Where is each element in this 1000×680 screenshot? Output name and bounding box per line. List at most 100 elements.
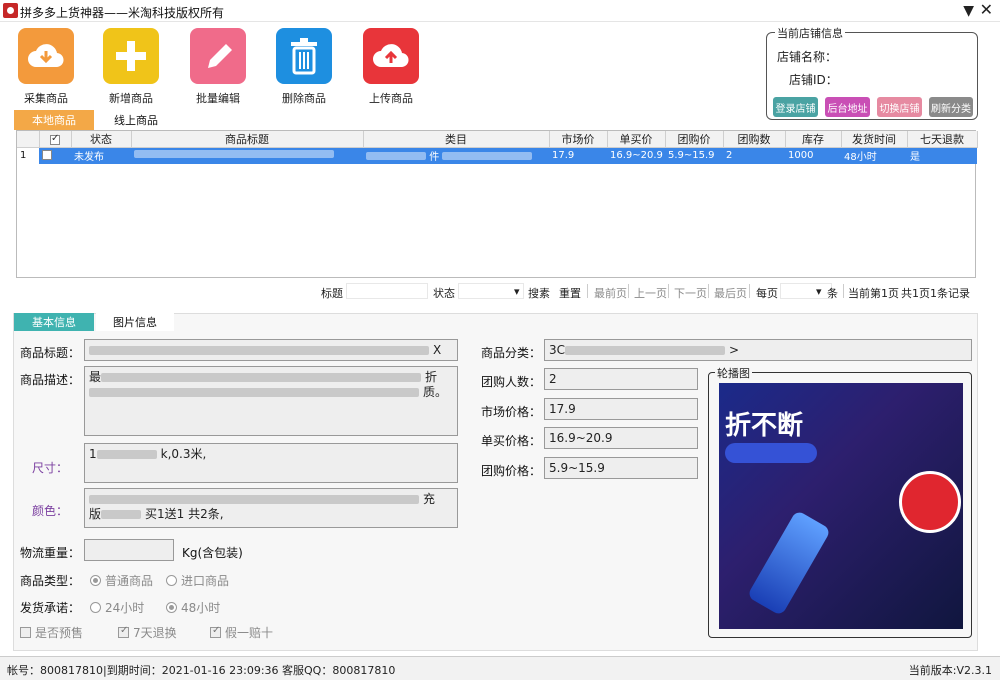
tab-image-info[interactable]: 图片信息 <box>96 313 174 331</box>
table-row[interactable]: 1 未发布 件 17.9 16.9~20.9 5.9~15.9 2 1000 4… <box>17 147 977 164</box>
search-title-input[interactable] <box>346 283 428 299</box>
batch-edit-button[interactable]: 批量编辑 <box>182 28 254 106</box>
search-title-label: 标题 <box>321 287 343 300</box>
carousel-legend: 轮播图 <box>715 365 752 381</box>
checkbox-icon <box>20 627 31 638</box>
header-category[interactable]: 类目 <box>363 131 550 148</box>
add-goods-label: 新增商品 <box>109 92 153 105</box>
toolbar-separator <box>628 284 629 298</box>
tab-online-goods[interactable]: 线上商品 <box>96 110 176 130</box>
category-suffix: > <box>729 343 740 357</box>
header-market-price[interactable]: 市场价 <box>549 131 608 148</box>
weight-unit: Kg(含包装) <box>182 546 243 560</box>
radio-normal-goods[interactable]: 普通商品 <box>90 572 153 589</box>
market-price-input[interactable]: 17.9 <box>544 398 698 420</box>
row-checkbox[interactable] <box>42 150 52 161</box>
blurred-text <box>89 346 429 355</box>
row-group-price: 5.9~15.9 <box>665 147 723 164</box>
product-type-label: 商品类型： <box>20 574 81 588</box>
presale-text: 是否预售 <box>35 626 84 640</box>
shop-id-label: 店铺ID： <box>789 73 838 87</box>
first-page-button[interactable]: 最前页 <box>594 285 627 301</box>
reset-button[interactable]: 重置 <box>559 285 581 301</box>
close-icon[interactable]: ✕ <box>980 2 993 18</box>
toolbar-separator <box>708 284 709 298</box>
market-price-label: 市场价格： <box>481 405 542 419</box>
product-color-textarea[interactable]: 充 版 买1送1 共2条, <box>84 488 458 528</box>
per-page-select[interactable] <box>780 283 832 299</box>
row-category-suffix: 件 <box>429 152 440 164</box>
product-table: 状态 商品标题 类目 市场价 单买价 团购价 团购数 库存 发货时间 七天退款 … <box>16 130 978 278</box>
single-price-input[interactable]: 16.9~20.9 <box>544 427 698 449</box>
radio-import-text: 进口商品 <box>181 574 230 588</box>
status-bar: 帐号：800817810|到期时间：2021-01-16 23:09:36 客服… <box>0 656 1000 680</box>
add-goods-button[interactable]: 新增商品 <box>95 28 167 106</box>
status-dropdown-icon[interactable]: ▾ <box>514 285 520 298</box>
blurred-text <box>96 450 157 459</box>
product-description-textarea[interactable]: 最 折 质。 <box>84 366 458 436</box>
upload-goods-button[interactable]: 上传商品 <box>355 28 427 106</box>
group-size-input[interactable]: 2 <box>544 368 698 390</box>
menu-dropdown-icon[interactable]: ▼ <box>963 4 974 18</box>
blurred-title <box>134 150 334 159</box>
row-status: 未发布 <box>71 147 131 164</box>
tab-local-goods[interactable]: 本地商品 <box>14 110 94 130</box>
row-ship-time: 48小时 <box>841 147 907 164</box>
window-title: 拼多多上货神器——米淘科技版权所有 <box>20 6 225 20</box>
row-refund: 是 <box>907 147 977 164</box>
category-label: 商品分类： <box>481 346 542 360</box>
select-all-checkbox[interactable] <box>50 133 60 145</box>
toolbar-separator <box>668 284 669 298</box>
header-status[interactable]: 状态 <box>71 131 132 148</box>
header-ship-time[interactable]: 发货时间 <box>841 131 908 148</box>
group-price-input[interactable]: 5.9~15.9 <box>544 457 698 479</box>
carousel-image[interactable]: 折不断 <box>719 383 963 629</box>
radio-ship-48h[interactable]: 48小时 <box>166 599 220 616</box>
fake-pay-ten-checkbox[interactable]: 假一赔十 <box>210 624 273 641</box>
radio-import-goods[interactable]: 进口商品 <box>166 572 229 589</box>
blurred-text <box>89 388 419 397</box>
next-page-button[interactable]: 下一页 <box>674 285 707 301</box>
search-button[interactable]: 搜素 <box>528 285 550 301</box>
header-select-all[interactable] <box>39 131 72 148</box>
header-title[interactable]: 商品标题 <box>131 131 364 148</box>
blurred-category-tail <box>442 152 533 161</box>
color-label: 颜色： <box>32 504 69 518</box>
per-page-dropdown-icon[interactable]: ▾ <box>816 285 822 298</box>
seven-day-return-checkbox[interactable]: 7天退换 <box>118 624 177 641</box>
tab-basic-info[interactable]: 基本信息 <box>14 313 94 331</box>
header-refund[interactable]: 七天退款 <box>907 131 978 148</box>
row-group-count: 2 <box>723 147 785 164</box>
checkbox-checked-icon <box>210 625 221 638</box>
header-group-count[interactable]: 团购数 <box>723 131 786 148</box>
category-input[interactable]: 3C > <box>544 339 972 361</box>
header-single-price[interactable]: 单买价 <box>607 131 666 148</box>
login-shop-button[interactable]: 登录店铺 <box>773 97 818 117</box>
delete-goods-button[interactable]: 删除商品 <box>268 28 340 106</box>
weight-input[interactable] <box>84 539 174 561</box>
product-title-input[interactable]: X <box>84 339 458 361</box>
search-status-label: 状态 <box>433 287 455 300</box>
presale-checkbox[interactable]: 是否预售 <box>20 624 83 641</box>
shop-name-label: 店铺名称： <box>777 50 838 64</box>
prev-page-button[interactable]: 上一页 <box>634 285 667 301</box>
description-label: 商品描述： <box>20 373 81 387</box>
header-stock[interactable]: 库存 <box>785 131 842 148</box>
fake-pay-text: 假一赔十 <box>225 626 274 640</box>
row-checkbox-cell[interactable] <box>39 147 71 164</box>
row-number: 1 <box>17 147 39 164</box>
switch-shop-button[interactable]: 切换店铺 <box>877 97 922 117</box>
refresh-category-button[interactable]: 刷新分类 <box>929 97 973 117</box>
carousel-banner-text: 折不断 <box>725 411 804 441</box>
app-logo-icon <box>3 3 18 18</box>
product-size-textarea[interactable]: 1 k,0.3米, <box>84 443 458 483</box>
items-label: 条 <box>827 287 838 300</box>
blurred-text <box>565 346 726 355</box>
collect-goods-button[interactable]: 采集商品 <box>10 28 82 106</box>
radio-ship-24h[interactable]: 24小时 <box>90 599 144 616</box>
row-title <box>131 147 363 164</box>
header-group-price[interactable]: 团购价 <box>665 131 724 148</box>
last-page-button[interactable]: 最后页 <box>714 285 747 301</box>
group-price-label: 团购价格： <box>481 464 542 478</box>
admin-url-button[interactable]: 后台地址 <box>825 97 870 117</box>
